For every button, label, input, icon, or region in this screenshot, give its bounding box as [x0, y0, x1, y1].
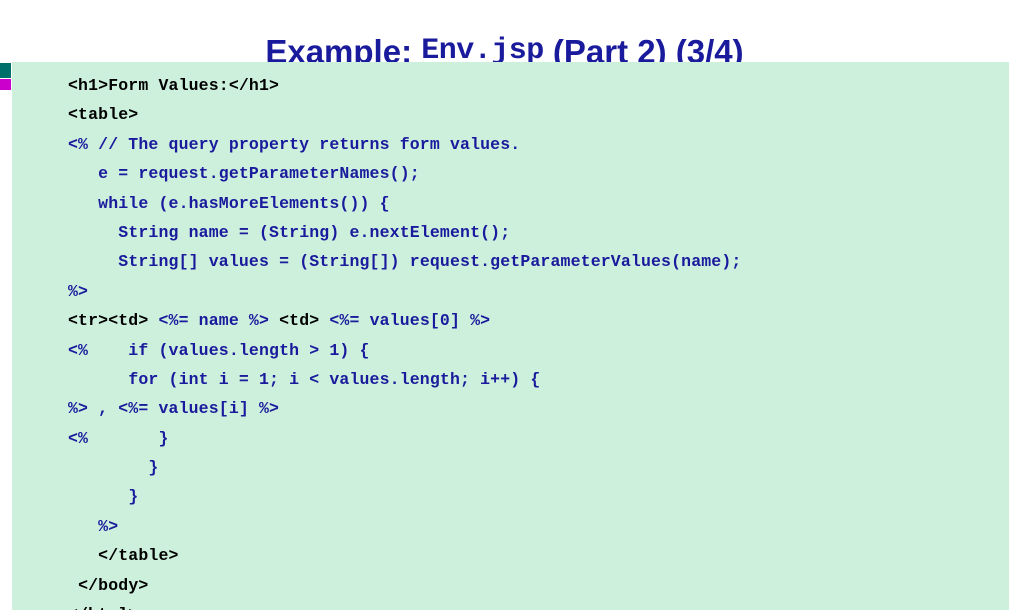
code-span-java: while (e.hasMoreElements()) {	[98, 193, 390, 213]
code-line: %> , <%= values[i] %>	[68, 394, 741, 423]
code-span-html: <table>	[68, 105, 139, 125]
code-line: <h1>Form Values:</h1>	[68, 71, 741, 100]
code-span-java: <%= values[0] %>	[329, 311, 491, 331]
code-span-java: %>	[98, 516, 119, 536]
code-span-java: %>	[68, 281, 89, 301]
code-span-java: }	[128, 487, 139, 507]
code-line: </table>	[68, 541, 741, 570]
bullet-square-magenta	[0, 79, 11, 90]
code-span-html: </html>	[68, 605, 138, 610]
code-span-html: </body>	[78, 575, 149, 595]
code-span-java: %> , <%= values[i] %>	[68, 399, 280, 419]
code-line: while (e.hasMoreElements()) {	[68, 189, 741, 218]
code-line: String[] values = (String[]) request.get…	[68, 247, 741, 276]
code-span-html: <tr><td>	[68, 311, 159, 331]
code-line: for (int i = 1; i < values.length; i++) …	[68, 365, 741, 394]
code-line: <table>	[68, 100, 741, 129]
code-line: }	[68, 453, 741, 482]
code-line: <% if (values.length > 1) {	[68, 336, 741, 365]
code-line: }	[68, 482, 741, 511]
code-span-java: <% if (values.length > 1) {	[68, 340, 370, 360]
code-line: </body>	[68, 571, 741, 600]
code-span-java: <%= name %>	[158, 311, 270, 331]
code-span-java: <% }	[68, 428, 169, 448]
code-listing: <h1>Form Values:</h1> <table> <% // The qu…	[68, 71, 741, 610]
code-span-html: <td>	[269, 311, 330, 331]
bullet-square-teal	[0, 63, 11, 78]
code-span-java: String[] values = (String[]) request.get…	[118, 252, 742, 272]
code-line: %>	[68, 512, 741, 541]
code-span-html: <h1>Form Values:</h1>	[68, 76, 280, 95]
code-span-java: <% // The query property returns form va…	[68, 134, 521, 154]
code-line: <% }	[68, 424, 741, 453]
code-line: <tr><td> <%= name %> <td> <%= values[0] …	[68, 306, 741, 335]
code-line: </html>	[68, 600, 741, 610]
code-line: %>	[68, 277, 741, 306]
code-span-java: e = request.getParameterNames();	[98, 164, 420, 184]
code-span-java: String name = (String) e.nextElement();	[118, 222, 511, 242]
code-line: <% // The query property returns form va…	[68, 130, 741, 159]
code-span-java: for (int i = 1; i < values.length; i++) …	[128, 369, 541, 389]
code-span-java: }	[148, 458, 159, 478]
code-line: String name = (String) e.nextElement();	[68, 218, 741, 247]
slide-canvas: Example: Env.jsp (Part 2) (3/4) <h1>Form…	[0, 0, 1009, 610]
code-line: e = request.getParameterNames();	[68, 159, 741, 188]
code-block-panel: <h1>Form Values:</h1> <table> <% // The qu…	[12, 62, 1009, 610]
code-span-html: </table>	[98, 546, 179, 566]
